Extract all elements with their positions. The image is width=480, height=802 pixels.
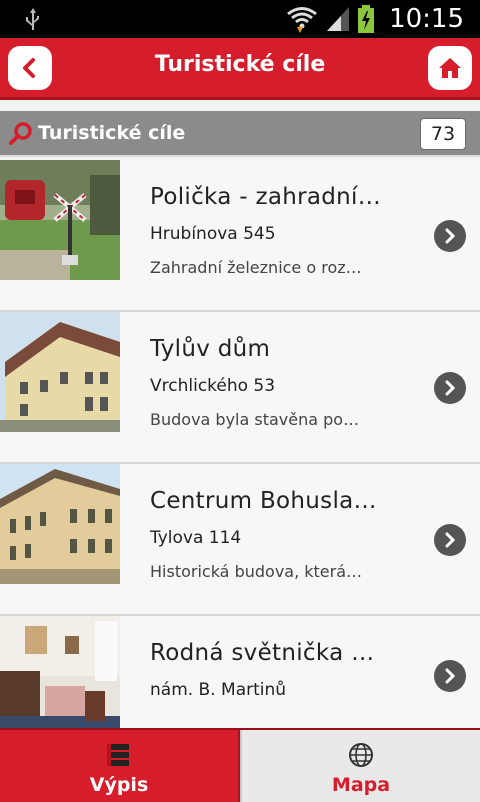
item-address: nám. B. Martinů bbox=[150, 680, 287, 700]
chevron-right-icon[interactable] bbox=[434, 372, 466, 404]
chevron-right-icon[interactable] bbox=[434, 660, 466, 692]
status-icons: 10:15 bbox=[285, 2, 464, 36]
tab-list[interactable]: Výpis bbox=[0, 730, 240, 802]
item-description: Budova byla stavěna po… bbox=[150, 410, 360, 429]
item-title: Rodná světnička … bbox=[150, 640, 375, 666]
clock: 10:15 bbox=[389, 4, 464, 34]
item-thumbnail bbox=[0, 160, 120, 280]
item-title: Centrum Bohusla… bbox=[150, 488, 377, 514]
item-text: Polička - zahradní… Hrubínova 545 Zahrad… bbox=[150, 184, 410, 277]
item-address: Tylova 114 bbox=[150, 528, 242, 548]
item-text: Rodná světnička … nám. B. Martinů bbox=[150, 640, 410, 714]
status-bar: 10:15 bbox=[0, 0, 480, 38]
category-label: Turistické cíle bbox=[38, 122, 186, 144]
item-text: Centrum Bohusla… Tylova 114 Historická b… bbox=[150, 488, 410, 581]
page-title: Turistické cíle bbox=[154, 52, 326, 77]
item-thumbnail bbox=[0, 616, 120, 728]
globe-icon bbox=[349, 743, 373, 767]
signal-icon bbox=[327, 7, 350, 31]
chevron-right-icon[interactable] bbox=[434, 220, 466, 252]
app-header: Turistické cíle bbox=[0, 38, 480, 100]
list-item[interactable]: Polička - zahradní… Hrubínova 545 Zahrad… bbox=[0, 160, 480, 312]
usb-icon bbox=[26, 8, 39, 30]
result-count-badge: 73 bbox=[420, 118, 466, 150]
list-item[interactable]: Centrum Bohusla… Tylova 114 Historická b… bbox=[0, 464, 480, 616]
battery-icon bbox=[358, 5, 375, 33]
poi-list[interactable]: Polička - zahradní… Hrubínova 545 Zahrad… bbox=[0, 160, 480, 728]
item-title: Tylův dům bbox=[150, 336, 271, 362]
list-item[interactable]: Rodná světnička … nám. B. Martinů bbox=[0, 616, 480, 728]
home-icon bbox=[439, 58, 461, 78]
search-icon[interactable] bbox=[8, 121, 34, 147]
item-text: Tylův dům Vrchlického 53 Budova byla sta… bbox=[150, 336, 410, 429]
item-thumbnail bbox=[0, 464, 120, 584]
item-thumbnail bbox=[0, 312, 120, 432]
item-address: Hrubínova 545 bbox=[150, 224, 276, 244]
item-title: Polička - zahradní… bbox=[150, 184, 382, 210]
item-address: Vrchlického 53 bbox=[150, 376, 276, 396]
category-bar: Turistické cíle 73 bbox=[0, 111, 480, 157]
list-item[interactable]: Tylův dům Vrchlického 53 Budova byla sta… bbox=[0, 312, 480, 464]
home-button[interactable] bbox=[428, 46, 472, 90]
tab-map-label: Mapa bbox=[331, 774, 391, 796]
wifi-icon bbox=[287, 7, 317, 33]
item-description: Historická budova, která… bbox=[150, 562, 363, 581]
tab-list-label: Výpis bbox=[89, 774, 149, 796]
item-description: Zahradní železnice o roz… bbox=[150, 258, 362, 277]
tab-map[interactable]: Mapa bbox=[240, 730, 480, 802]
bottom-tab-bar: Výpis Mapa bbox=[0, 728, 480, 802]
list-icon bbox=[107, 744, 129, 766]
chevron-right-icon[interactable] bbox=[434, 524, 466, 556]
